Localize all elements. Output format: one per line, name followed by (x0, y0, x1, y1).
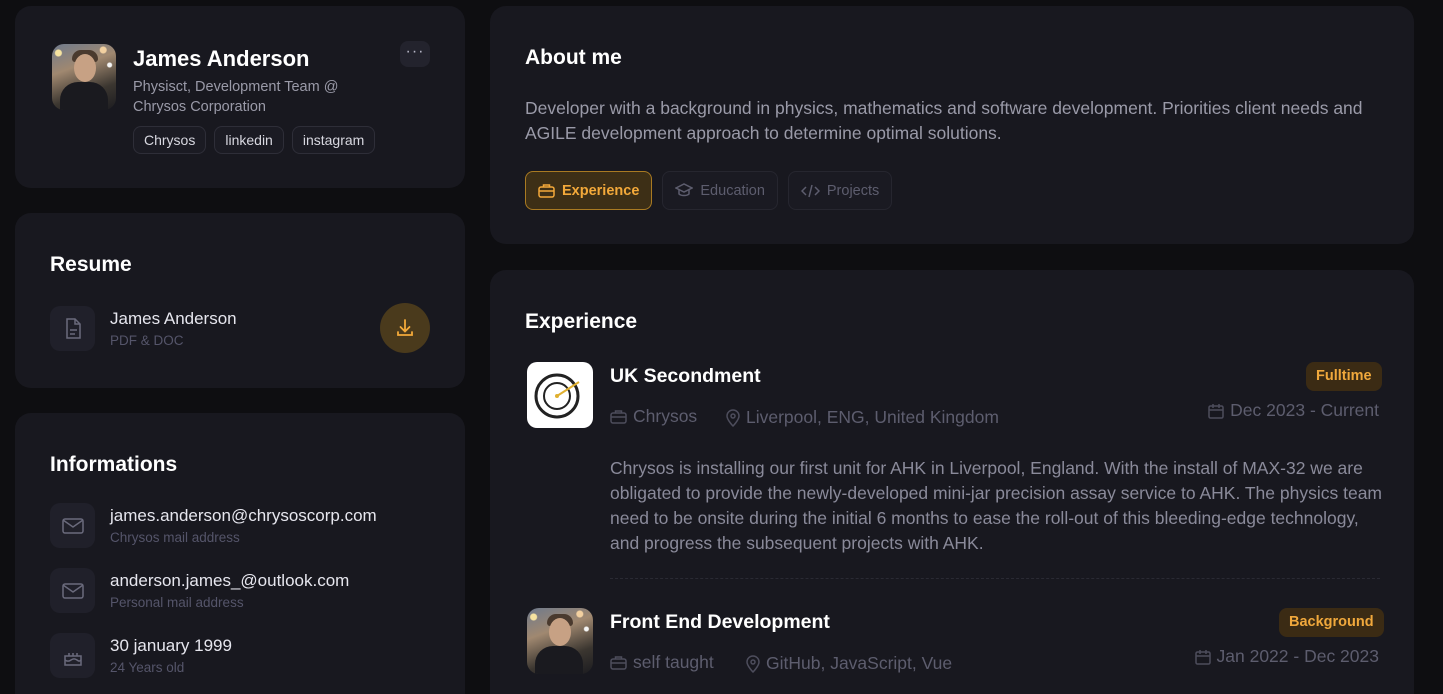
tab-projects-label: Projects (826, 182, 880, 199)
informations-card: Informations james.anderson@chrysoscorp.… (15, 413, 465, 694)
avatar (52, 44, 116, 110)
graduation-cap-icon (675, 183, 694, 197)
briefcase-icon (538, 184, 555, 198)
job-dates: Jan 2022 - Dec 2023 (1194, 646, 1379, 667)
chrysos-email-label: Chrysos mail address (110, 530, 240, 545)
divider (610, 578, 1380, 579)
job-location: GitHub, JavaScript, Vue (746, 653, 952, 674)
about-card: About me Developer with a background in … (490, 6, 1414, 244)
cake-icon (50, 633, 95, 678)
job-location: Liverpool, ENG, United Kingdom (726, 407, 999, 428)
briefcase-icon (610, 410, 627, 424)
resume-file-type: PDF & DOC (110, 333, 184, 348)
resume-card: Resume James Anderson PDF & DOC (15, 213, 465, 388)
job-title: UK Secondment (610, 365, 761, 387)
tab-education[interactable]: Education (662, 171, 778, 210)
link-chrysos[interactable]: Chrysos (133, 126, 207, 154)
date-range: Dec 2023 - Current (1230, 400, 1379, 420)
about-tabs: Experience Education Projects (525, 171, 893, 210)
job-dates: Dec 2023 - Current (1208, 400, 1379, 421)
company-name: self taught (633, 652, 714, 672)
profile-title: Physisct, Development Team @ Chrysos Cor… (133, 79, 339, 115)
link-instagram[interactable]: instagram (291, 126, 376, 154)
file-icon (50, 306, 95, 351)
informations-title: Informations (50, 453, 178, 476)
job-type-badge: Background (1279, 608, 1384, 637)
resume-title: Resume (50, 253, 132, 276)
location-text: GitHub, JavaScript, Vue (766, 653, 953, 673)
more-options-button[interactable]: ··· (400, 41, 430, 67)
personal-email-label: Personal mail address (110, 595, 244, 610)
job-type-badge: Fulltime (1306, 362, 1382, 391)
tab-education-label: Education (700, 182, 765, 199)
job-company: Chrysos (610, 406, 697, 427)
birth-date: 30 january 1999 (110, 636, 232, 655)
download-button[interactable] (380, 303, 430, 353)
link-linkedin[interactable]: linkedin (214, 126, 284, 154)
mail-icon (50, 503, 95, 548)
chrysos-email[interactable]: james.anderson@chrysoscorp.com (110, 506, 377, 526)
tab-projects[interactable]: Projects (787, 171, 893, 210)
profile-card: James Anderson Physisct, Development Tea… (15, 6, 465, 188)
download-icon (397, 319, 413, 336)
tab-experience[interactable]: Experience (525, 171, 653, 210)
mail-icon (50, 568, 95, 613)
job-title: Front End Development (610, 611, 830, 633)
company-logo (527, 362, 593, 428)
briefcase-icon (610, 656, 627, 670)
job-avatar (527, 608, 593, 674)
job-description: Chrysos is installing our first unit for… (610, 458, 1383, 553)
experience-card: Experience UK Secondment Fulltime Chryso… (490, 270, 1414, 694)
code-icon (800, 184, 820, 197)
location-pin-icon (746, 654, 760, 673)
about-title: About me (525, 46, 622, 69)
location-text: Liverpool, ENG, United Kingdom (746, 407, 999, 427)
age-label: 24 Years old (110, 660, 185, 675)
resume-file-name: James Anderson (110, 309, 237, 328)
date-range: Jan 2022 - Dec 2023 (1216, 646, 1379, 666)
job-company: self taught (610, 652, 714, 673)
company-name: Chrysos (633, 406, 698, 426)
profile-links: Chrysos linkedin instagram (133, 126, 376, 154)
calendar-icon (1208, 403, 1224, 419)
experience-title: Experience (525, 310, 638, 333)
calendar-icon (1194, 649, 1211, 665)
location-pin-icon (726, 408, 740, 427)
tab-experience-label: Experience (562, 182, 640, 199)
profile-name: James Anderson (133, 46, 310, 71)
personal-email[interactable]: anderson.james_@outlook.com (110, 571, 349, 591)
about-text: Developer with a background in physics, … (525, 98, 1363, 143)
